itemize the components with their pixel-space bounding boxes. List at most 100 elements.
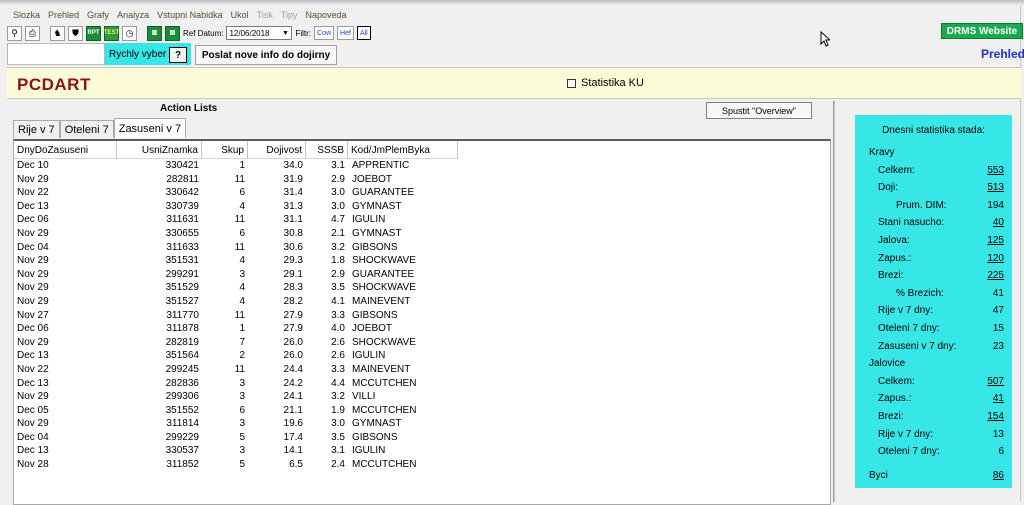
table-row[interactable]: Nov 27 311770 11 27.9 3.3 GIBSONS bbox=[14, 309, 458, 323]
ref-date-select[interactable]: 12/06/2018 ▼ bbox=[226, 26, 293, 40]
prehled-link[interactable]: Prehled bbox=[981, 47, 1024, 61]
stat-value-link[interactable]: 225 bbox=[987, 268, 1004, 283]
table-row[interactable]: Nov 29 351531 4 29.3 1.8 SHOCKWAVE bbox=[14, 254, 458, 268]
menu-item-prehled[interactable]: Prehled bbox=[44, 8, 83, 22]
drms-website-button[interactable]: DRMS Website bbox=[941, 23, 1023, 39]
stat-label: Oteleni 7 dny: bbox=[878, 323, 940, 334]
table-cell: GIBSONS bbox=[352, 431, 398, 443]
table-cell: 3.0 bbox=[331, 418, 345, 430]
menu-item-analyza[interactable]: Analyza bbox=[113, 8, 153, 22]
action-list[interactable]: DnyDoZasuseni UsniZnamka Skup Dojivost SSSB K… bbox=[13, 139, 831, 505]
stat-label: Stani nasucho: bbox=[878, 217, 945, 229]
filter-cow-label: Cow bbox=[317, 29, 332, 37]
table-cell: 24.2 bbox=[283, 377, 303, 389]
tab-oteleni-7[interactable]: Oteleni 7 bbox=[59, 120, 114, 138]
table-row[interactable]: Dec 13 330537 3 14.1 3.1 IGULIN bbox=[14, 444, 458, 458]
table-row[interactable]: Dec 10 330421 1 34.0 3.1 APPRENTIC bbox=[14, 159, 458, 173]
column-header-sssb[interactable]: SSSB bbox=[306, 141, 348, 159]
stat-value-link[interactable]: 154 bbox=[987, 409, 1004, 424]
table-row[interactable]: Nov 29 282819 7 26.0 2.6 SHOCKWAVE bbox=[14, 336, 458, 350]
stat-value: 41 bbox=[992, 287, 1004, 299]
table-row[interactable]: Nov 29 299291 3 29.1 2.9 GUARANTEE bbox=[14, 268, 458, 282]
stat-value-link[interactable]: 507 bbox=[987, 374, 1004, 389]
table-row[interactable]: Nov 29 311814 3 19.6 3.0 GYMNAST bbox=[14, 417, 458, 431]
table-row[interactable]: Nov 29 299306 3 24.1 3.2 VILLI bbox=[14, 390, 458, 404]
run-overview-button[interactable]: Spustit "Overview" bbox=[706, 102, 812, 119]
filter-all-button[interactable]: All bbox=[356, 26, 371, 40]
table-cell: 330642 bbox=[165, 187, 199, 199]
menu-item-slozka[interactable]: Slozka bbox=[9, 8, 44, 22]
print-icon[interactable]: ⎙ bbox=[25, 25, 40, 41]
table-row[interactable]: Dec 13 351564 2 26.0 2.6 IGULIN bbox=[14, 349, 458, 363]
chevron-down-icon[interactable]: ▼ bbox=[280, 28, 290, 38]
filter-hef-button[interactable]: Hef bbox=[337, 26, 354, 40]
table-row[interactable]: Dec 04 299229 5 17.4 3.5 GIBSONS bbox=[14, 431, 458, 445]
table-cell: 14.1 bbox=[283, 445, 303, 457]
chart-icon[interactable]: ▥ bbox=[147, 25, 162, 41]
table-row[interactable]: Dec 05 351552 6 21.1 1.9 MCCUTCHEN bbox=[14, 404, 458, 418]
menu-item-napoveda[interactable]: Napoveda bbox=[302, 8, 351, 22]
table-cell: JOEBOT bbox=[352, 173, 393, 185]
menu-item-grafy[interactable]: Grafy bbox=[83, 8, 113, 22]
table-row[interactable]: Nov 22 330642 6 31.4 3.0 GUARANTEE bbox=[14, 186, 458, 200]
table-cell: 3.0 bbox=[331, 200, 345, 212]
stat-value-link[interactable]: 120 bbox=[987, 251, 1004, 266]
stat-value-link[interactable]: 553 bbox=[987, 163, 1004, 178]
stat-label: Oteleni 7 dny: bbox=[878, 446, 940, 458]
shield-icon[interactable]: ⛊ bbox=[68, 25, 83, 41]
bar-chart-icon[interactable]: ▤ bbox=[165, 25, 180, 41]
table-cell: APPRENTIC bbox=[352, 160, 410, 171]
table-cell: 7 bbox=[239, 336, 245, 348]
clock-icon[interactable]: ◷ bbox=[122, 25, 137, 41]
table-cell: 31.3 bbox=[283, 200, 303, 212]
stat-value-link[interactable]: 86 bbox=[993, 468, 1004, 483]
column-header-usniznamka[interactable]: UsniZnamka bbox=[117, 141, 202, 159]
table-row[interactable]: Dec 04 311633 11 30.6 3.2 GIBSONS bbox=[14, 241, 458, 255]
table-row[interactable]: Dec 13 330739 4 31.3 3.0 GYMNAST bbox=[14, 200, 458, 214]
send-info-button[interactable]: Poslat nove info do dojirny bbox=[195, 45, 337, 65]
table-cell: Nov 29 bbox=[17, 282, 49, 294]
table-cell: 351529 bbox=[165, 282, 199, 294]
stat-value-link[interactable]: 40 bbox=[993, 215, 1004, 230]
filter-cow-button[interactable]: Cow bbox=[314, 26, 335, 40]
quick-select-input[interactable] bbox=[7, 43, 105, 65]
panel-divider[interactable] bbox=[833, 101, 835, 502]
table-cell: 21.1 bbox=[283, 404, 303, 416]
table-cell: 4.1 bbox=[331, 295, 345, 307]
table-row[interactable]: Nov 29 282811 11 31.9 2.9 JOEBOT bbox=[14, 173, 458, 187]
menu-item-ukol[interactable]: Ukol bbox=[227, 8, 253, 22]
quick-select-help-button[interactable]: ? bbox=[169, 47, 187, 63]
stat-value-link[interactable]: 125 bbox=[987, 233, 1004, 248]
stat-value-link[interactable]: 513 bbox=[987, 180, 1004, 195]
stat-value-link[interactable]: 41 bbox=[993, 391, 1004, 406]
table-row[interactable]: Dec 06 311631 11 31.1 4.7 IGULIN bbox=[14, 213, 458, 227]
report-icon[interactable]: RPT bbox=[86, 25, 101, 41]
tab-rije-v-7[interactable]: Rije v 7 bbox=[13, 120, 60, 138]
table-cell: Nov 28 bbox=[17, 459, 49, 471]
table-row[interactable]: Dec 06 311878 1 27.9 4.0 JOEBOT bbox=[14, 322, 458, 336]
table-cell: GIBSONS bbox=[352, 309, 398, 321]
column-header-skup[interactable]: Skup bbox=[202, 141, 248, 159]
table-cell: MAINEVENT bbox=[352, 295, 411, 307]
table-row[interactable]: Dec 13 282836 3 24.2 4.4 MCCUTCHEN bbox=[14, 377, 458, 391]
stat-label: Kravy bbox=[869, 147, 895, 158]
table-row[interactable]: Nov 29 330655 6 30.8 2.1 GYMNAST bbox=[14, 227, 458, 241]
table-row[interactable]: Nov 29 351529 4 28.3 3.5 SHOCKWAVE bbox=[14, 281, 458, 295]
table-cell: IGULIN bbox=[352, 214, 386, 226]
table-cell: 351552 bbox=[165, 404, 199, 416]
test-icon[interactable]: TEST bbox=[104, 25, 119, 41]
cow-icon[interactable]: ♞ bbox=[50, 25, 65, 41]
column-header-kod-jmplembyka[interactable]: Kod/JmPlemByka bbox=[348, 141, 458, 159]
stat-value: 194 bbox=[987, 199, 1004, 211]
menu-item-vstupni-nabidka[interactable]: Vstupni Nabidka bbox=[153, 8, 227, 22]
statistika-ku-checkbox[interactable]: Statistika KU bbox=[567, 77, 644, 89]
table-cell: 299245 bbox=[165, 363, 199, 375]
table-row[interactable]: Nov 22 299245 11 24.4 3.3 MAINEVENT bbox=[14, 363, 458, 377]
checkbox-icon[interactable] bbox=[567, 78, 576, 88]
column-header-dnydozasuseni[interactable]: DnyDoZasuseni bbox=[14, 141, 117, 159]
table-row[interactable]: Nov 29 351527 4 28.2 4.1 MAINEVENT bbox=[14, 295, 458, 309]
tab-zasuseni-v-7[interactable]: Zasuseni v 7 bbox=[113, 118, 187, 138]
table-row[interactable]: Nov 28 311852 5 6.5 2.4 MCCUTCHEN bbox=[14, 458, 458, 472]
fork-icon[interactable]: ⚲ bbox=[7, 25, 22, 41]
column-header-dojivost[interactable]: Dojivost bbox=[248, 141, 306, 159]
